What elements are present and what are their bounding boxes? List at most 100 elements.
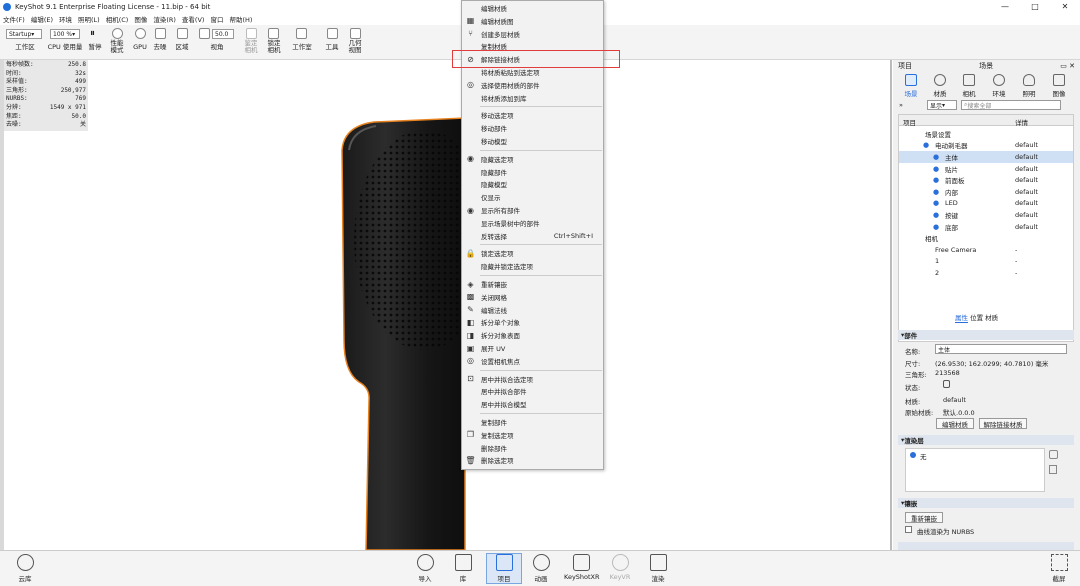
menu-file[interactable]: 文件(F) — [3, 14, 25, 24]
context-menu-item[interactable]: 移动选定项 — [462, 109, 603, 121]
keyvr-button[interactable]: KeyVR — [605, 554, 635, 581]
tree-row[interactable]: ● 电动剃毛器 default — [899, 140, 1073, 152]
region-icon[interactable] — [177, 28, 188, 39]
edit-material-button[interactable]: 编辑材质 — [936, 418, 974, 429]
menu-edit[interactable]: 编辑(E) — [31, 14, 53, 24]
tree-row[interactable]: ● 前面板 default — [899, 174, 1073, 186]
tab-material[interactable]: 材质 — [926, 74, 954, 98]
context-menu-item[interactable]: 删除部件 — [462, 442, 603, 454]
screenshot-button[interactable]: 截屏 — [1044, 554, 1074, 583]
collapse-chevron-icon[interactable]: » — [899, 101, 903, 109]
tree-row[interactable]: ● 贴片 default — [899, 163, 1073, 175]
context-menu-item[interactable]: ⑂ 创建多层材质 — [462, 28, 603, 40]
eye-icon[interactable]: ● — [933, 223, 939, 231]
geometry-view-icon[interactable] — [350, 28, 361, 39]
minimize-button[interactable]: — — [990, 0, 1020, 13]
search-input[interactable]: ⌕ 搜索全部 — [961, 100, 1061, 110]
tab-scene[interactable]: 场景 — [897, 74, 925, 98]
render-layer-list[interactable]: 无 — [905, 448, 1045, 492]
panel-splitter[interactable] — [890, 60, 892, 550]
animation-button[interactable]: 动画 — [526, 554, 556, 583]
context-menu-item[interactable]: ◨ 拆分对象表面 — [462, 329, 603, 341]
eye-icon[interactable]: ● — [933, 176, 939, 184]
tab-lighting[interactable]: 照明 — [1015, 74, 1043, 98]
tools-icon[interactable] — [327, 28, 338, 39]
context-menu-item[interactable]: 显示场景树中的部件 — [462, 217, 603, 229]
context-menu-item[interactable]: ▦ 编辑材质图 — [462, 15, 603, 27]
tree-row[interactable]: ● 按键 default — [899, 209, 1073, 221]
context-menu-item[interactable]: 编辑材质 — [462, 2, 603, 14]
context-menu-item[interactable]: ❐ 复制选定项 — [462, 429, 603, 441]
eye-icon[interactable]: ● — [933, 188, 939, 196]
subtab-material[interactable]: 材质 — [985, 314, 998, 322]
menu-environment[interactable]: 环境 — [59, 14, 72, 24]
eye-icon[interactable]: ● — [933, 165, 939, 173]
tree-row[interactable]: ● 内部 default — [899, 186, 1073, 198]
context-menu-item[interactable]: ◎ 设置相机焦点 — [462, 355, 603, 367]
import-button[interactable]: 导入 — [410, 554, 440, 583]
eye-icon[interactable]: ● — [933, 211, 939, 219]
library-button[interactable]: 库 — [448, 554, 478, 583]
tree-row[interactable]: ● 主体 default — [899, 151, 1073, 163]
section-part[interactable]: ▾ 部件 — [898, 330, 1074, 340]
lock-camera-icon[interactable] — [268, 28, 279, 39]
context-menu-item[interactable]: ◈ 重新镶嵌 — [462, 278, 603, 290]
context-menu-item[interactable]: ▩ 关闭网格 — [462, 291, 603, 303]
part-lock-icon[interactable] — [943, 380, 950, 388]
keyshotxr-button[interactable]: KeyShotXR — [564, 554, 600, 581]
context-menu-item[interactable]: ◉ 隐藏选定项 — [462, 153, 603, 165]
render-viewport[interactable]: 每秒帧数: 250.8 时间: 32s 采样值: 499 三角形: 250,977 NURBS:… — [4, 60, 890, 550]
cloud-library-button[interactable]: 云库 — [10, 554, 40, 583]
section-next[interactable] — [898, 542, 1074, 550]
tree-row[interactable]: 1- — [899, 256, 1073, 268]
delete-layer-icon[interactable] — [1049, 465, 1057, 474]
context-menu-item[interactable]: 移动模型 — [462, 135, 603, 147]
workspace-select[interactable]: Startup ▾ — [6, 29, 42, 39]
subtab-properties[interactable]: 属性 — [955, 314, 968, 323]
context-menu-item[interactable]: 隐藏并锁定选定项 — [462, 260, 603, 272]
close-button[interactable]: ✕ — [1050, 0, 1080, 13]
gpu-icon[interactable] — [135, 28, 146, 39]
tab-camera[interactable]: 相机 — [955, 74, 983, 98]
context-menu-item[interactable]: 复制部件 — [462, 416, 603, 428]
eye-icon[interactable]: ● — [923, 141, 929, 149]
studio-icon[interactable] — [296, 28, 307, 39]
context-menu-item[interactable]: 居中并拟合模型 — [462, 398, 603, 410]
camera-identify-icon[interactable] — [246, 28, 257, 39]
menu-lighting[interactable]: 照明(L) — [78, 14, 100, 24]
eye-icon[interactable]: ● — [933, 199, 939, 207]
display-select[interactable]: 显示 ▾ — [927, 100, 957, 110]
context-menu-item[interactable]: ◎ 选择使用材质的部件 — [462, 79, 603, 91]
context-menu-item[interactable]: ▣ 展开 UV — [462, 342, 603, 354]
project-button[interactable]: 项目 — [486, 553, 522, 584]
context-menu-item[interactable]: 居中并拟合部件 — [462, 385, 603, 397]
denoise-icon[interactable] — [155, 28, 166, 39]
pause-icon[interactable]: ⏸ — [90, 28, 101, 39]
maximize-button[interactable]: □ — [1020, 0, 1050, 13]
layers-icon[interactable] — [1049, 450, 1058, 459]
menu-window[interactable]: 窗口 — [210, 14, 223, 24]
menu-camera[interactable]: 相机(C) — [106, 14, 129, 24]
eye-icon[interactable]: ● — [933, 153, 939, 161]
tab-environment[interactable]: 环境 — [985, 74, 1013, 98]
cpu-usage-select[interactable]: 100 % ▾ — [50, 29, 80, 39]
context-menu-item[interactable]: 将材质添加到库 — [462, 92, 603, 104]
context-menu-item[interactable]: 隐藏部件 — [462, 166, 603, 178]
panel-window-controls[interactable]: ▭ ✕ — [1060, 62, 1075, 70]
part-name-input[interactable]: 主体 — [935, 344, 1067, 354]
render-layer-item[interactable]: 无 — [920, 451, 927, 461]
context-menu-item[interactable]: 🔒 锁定选定项 — [462, 247, 603, 259]
fov-input[interactable]: 50.0 — [212, 29, 234, 39]
unlink-material-button[interactable]: 解除链接材质 — [979, 418, 1027, 429]
render-button[interactable]: 渲染 — [643, 554, 673, 583]
menu-view[interactable]: 查看(V) — [182, 14, 205, 24]
tree-row[interactable]: Free Camera - — [899, 244, 1073, 256]
performance-mode-icon[interactable] — [112, 28, 123, 39]
context-menu-item[interactable]: ◧ 拆分单个对象 — [462, 316, 603, 328]
context-menu-item[interactable]: 隐藏模型 — [462, 178, 603, 190]
menu-help[interactable]: 帮助(H) — [229, 14, 252, 24]
context-menu-item[interactable]: 移动部件 — [462, 122, 603, 134]
subtab-position[interactable]: 位置 — [970, 314, 983, 322]
context-menu-item[interactable]: 仅显示 — [462, 191, 603, 203]
context-menu-item[interactable]: ✎ 编辑法线 — [462, 304, 603, 316]
